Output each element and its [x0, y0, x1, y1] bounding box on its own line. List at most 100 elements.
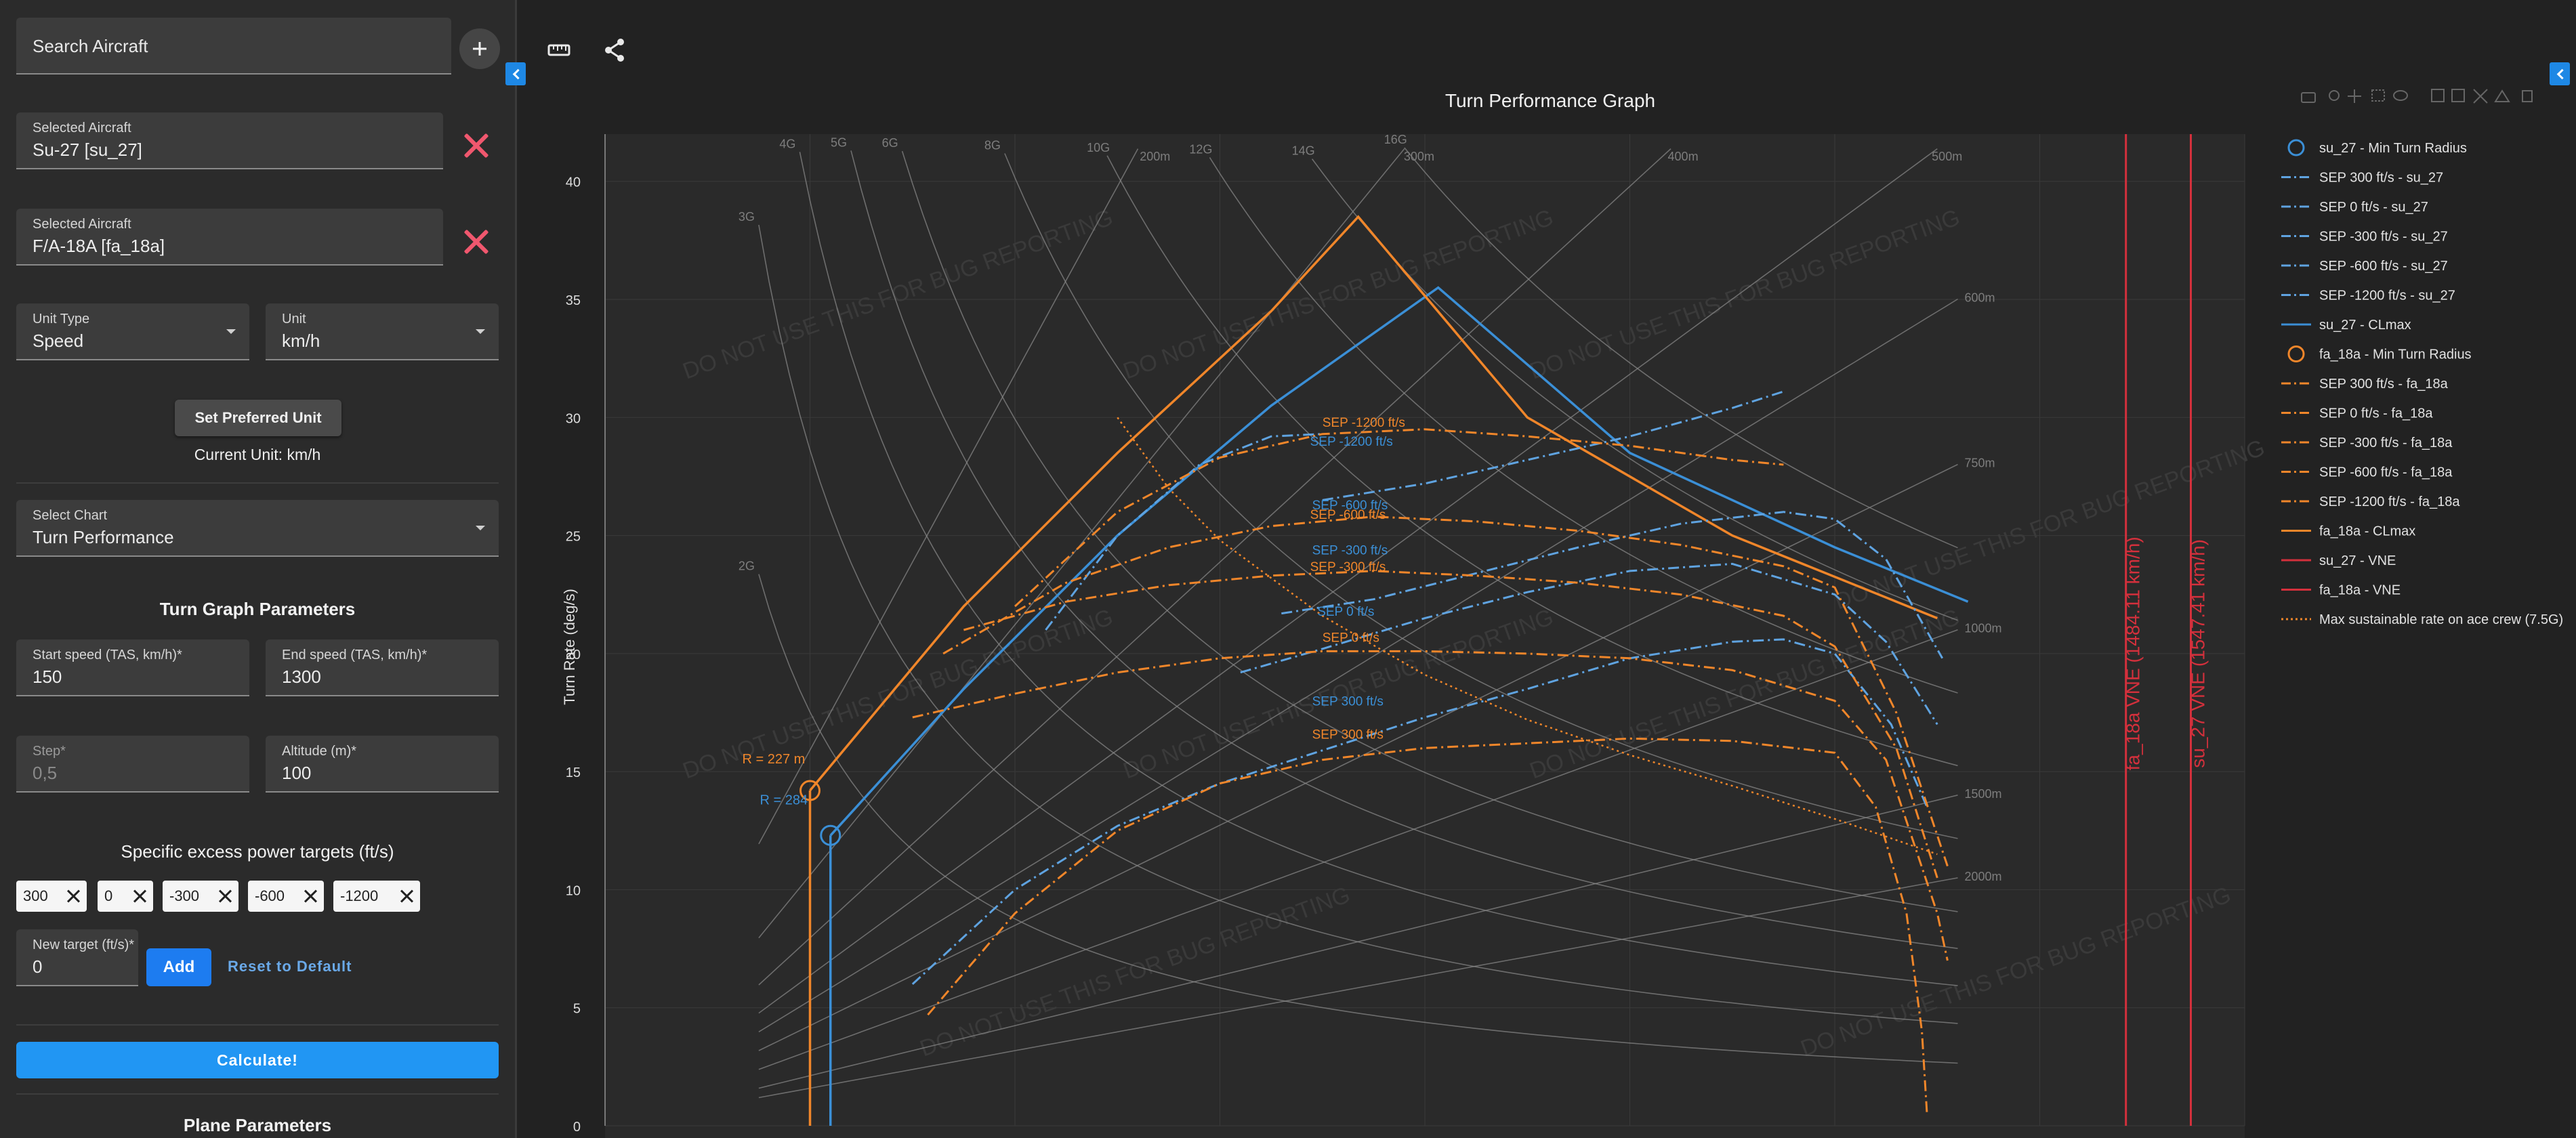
sep-chip[interactable]: 0: [98, 881, 153, 912]
sep-curve-label: SEP 0 ft/s: [1317, 605, 1374, 619]
search-aircraft-input[interactable]: Search Aircraft: [16, 18, 451, 75]
legend-item[interactable]: SEP 0 ft/s - su_27: [2319, 200, 2428, 215]
step-placeholder: 0,5: [33, 763, 58, 783]
reset-to-default-link[interactable]: Reset to Default: [228, 958, 352, 975]
radius-label: 300m: [1404, 150, 1434, 163]
legend-item[interactable]: su_27 - VNE: [2319, 553, 2396, 568]
add-target-button[interactable]: Add: [146, 948, 211, 986]
required-mark: *: [421, 648, 428, 662]
g-load-label: 2G: [739, 560, 755, 573]
selected-aircraft-1[interactable]: Selected Aircraft Su-27 [su_27]: [16, 112, 443, 169]
remove-aircraft-1-close-icon[interactable]: [461, 130, 492, 161]
required-mark: *: [60, 744, 66, 759]
legend-item[interactable]: SEP -300 ft/s - su_27: [2319, 230, 2448, 245]
close-icon[interactable]: [66, 889, 80, 903]
new-target-label: New target (ft/s)*: [33, 937, 134, 953]
sep-curve-label: SEP 300 ft/s: [1312, 728, 1384, 742]
unit-type-select[interactable]: Unit Type Speed: [16, 303, 249, 360]
altitude-label: Altitude (m)*: [282, 744, 356, 759]
legend-item[interactable]: SEP -600 ft/s - fa_18a: [2319, 465, 2453, 480]
selected-aircraft-label: Selected Aircraft: [33, 217, 131, 232]
add-aircraft-button[interactable]: [459, 28, 500, 69]
y-axis-title: Turn Rate (deg/s): [561, 589, 578, 705]
start-speed-input[interactable]: Start speed (TAS, km/h)* 150: [16, 639, 249, 696]
y-tick-label: 5: [573, 1002, 581, 1017]
sep-chip[interactable]: -600: [248, 881, 324, 912]
legend-marker-icon: [2287, 345, 2305, 362]
plus-icon: [473, 42, 486, 56]
y-tick-label: 0: [573, 1120, 581, 1135]
g-load-label: 8G: [984, 139, 1001, 152]
close-icon[interactable]: [400, 889, 413, 903]
unit-type-value: Speed: [33, 331, 84, 351]
sep-chip[interactable]: -1200: [333, 881, 420, 912]
selected-aircraft-value: F/A-18A [fa_18a]: [33, 236, 165, 256]
end-speed-input[interactable]: End speed (TAS, km/h)* 1300: [266, 639, 499, 696]
sep-curve-label: SEP -300 ft/s: [1310, 560, 1386, 574]
divider: [16, 1024, 499, 1026]
legend-item[interactable]: fa_18a - VNE: [2319, 583, 2401, 598]
selected-aircraft-2[interactable]: Selected Aircraft F/A-18A [fa_18a]: [16, 209, 443, 266]
su27-radius-annotation: R = 284: [760, 793, 808, 807]
search-placeholder: Search Aircraft: [33, 36, 148, 56]
step-input[interactable]: Step* 0,5: [16, 736, 249, 793]
y-tick-label: 40: [566, 175, 581, 190]
legend-item[interactable]: Max sustainable rate on ace crew (7.5G): [2319, 612, 2563, 627]
g-load-label: 6G: [882, 136, 898, 150]
sidebar: Search Aircraft Selected Aircraft Su-27 …: [0, 0, 517, 1138]
legend-item[interactable]: SEP -600 ft/s - su_27: [2319, 259, 2448, 274]
legend-item[interactable]: SEP -300 ft/s - fa_18a: [2319, 436, 2453, 450]
close-icon[interactable]: [133, 889, 146, 903]
y-tick-label: 10: [566, 883, 581, 898]
legend-item[interactable]: fa_18a - CLmax: [2319, 524, 2415, 539]
sep-curve-label: SEP 0 ft/s: [1323, 631, 1379, 645]
radius-label: 750m: [1965, 457, 1995, 470]
close-icon[interactable]: [304, 889, 317, 903]
legend-item[interactable]: SEP 300 ft/s - su_27: [2319, 171, 2443, 186]
step-label-text: Step: [33, 744, 61, 759]
altitude-input[interactable]: Altitude (m)* 100: [266, 736, 499, 793]
remove-aircraft-2-close-icon[interactable]: [461, 226, 492, 257]
turn-performance-chart: DO NOT USE THIS FOR BUG REPORTING DO NOT …: [561, 90, 2563, 1138]
select-chart-select[interactable]: Select Chart Turn Performance: [16, 500, 499, 557]
y-tick-label: 35: [566, 293, 581, 308]
legend-item[interactable]: SEP 300 ft/s - fa_18a: [2319, 377, 2449, 392]
start-speed-value: 150: [33, 667, 62, 687]
sep-chip[interactable]: 300: [16, 881, 87, 912]
sep-chip[interactable]: -300: [163, 881, 238, 912]
unit-value: km/h: [282, 331, 320, 351]
g-load-label: 16G: [1384, 133, 1407, 146]
unit-select[interactable]: Unit km/h: [266, 303, 499, 360]
turn-params-title: Turn Graph Parameters: [159, 599, 356, 619]
g-load-label: 14G: [1292, 144, 1315, 158]
radius-label: 2000m: [1965, 870, 2002, 883]
legend-item[interactable]: SEP -1200 ft/s - fa_18a: [2319, 494, 2460, 509]
close-icon[interactable]: [218, 889, 232, 903]
radius-label: 1500m: [1965, 787, 2002, 801]
sep-curve-label: SEP 300 ft/s: [1312, 695, 1384, 709]
start-speed-label-text: Start speed (TAS, km/h): [33, 648, 178, 662]
radius-label: 500m: [1932, 150, 1962, 163]
fa18-radius-annotation: R = 227 m: [743, 752, 806, 767]
required-mark: *: [351, 744, 357, 759]
unit-type-label: Unit Type: [33, 312, 90, 326]
legend-marker-icon: [2287, 139, 2305, 156]
altitude-label-text: Altitude (m): [282, 744, 352, 759]
legend-item[interactable]: SEP 0 ft/s - fa_18a: [2319, 406, 2433, 421]
radius-label: 1000m: [1965, 622, 2002, 635]
calculate-button[interactable]: Calculate!: [16, 1042, 499, 1078]
sep-chip-label: -600: [255, 887, 285, 904]
legend-item[interactable]: SEP -1200 ft/s - su_27: [2319, 289, 2455, 303]
set-preferred-unit-button[interactable]: Set Preferred Unit: [175, 400, 341, 436]
g-load-label: 10G: [1087, 141, 1110, 154]
divider: [16, 1093, 499, 1095]
sep-chip-label: 0: [104, 887, 113, 904]
legend-item[interactable]: fa_18a - Min Turn Radius: [2319, 347, 2472, 362]
legend-item[interactable]: su_27 - CLmax: [2319, 318, 2411, 333]
legend-item[interactable]: su_27 - Min Turn Radius: [2319, 141, 2467, 156]
altitude-value: 100: [282, 763, 312, 783]
chart-title: Turn Performance Graph: [1445, 90, 1655, 111]
new-target-input[interactable]: New target (ft/s)* 0: [16, 929, 138, 986]
chevron-down-icon: [476, 526, 485, 530]
required-mark: *: [177, 648, 182, 662]
